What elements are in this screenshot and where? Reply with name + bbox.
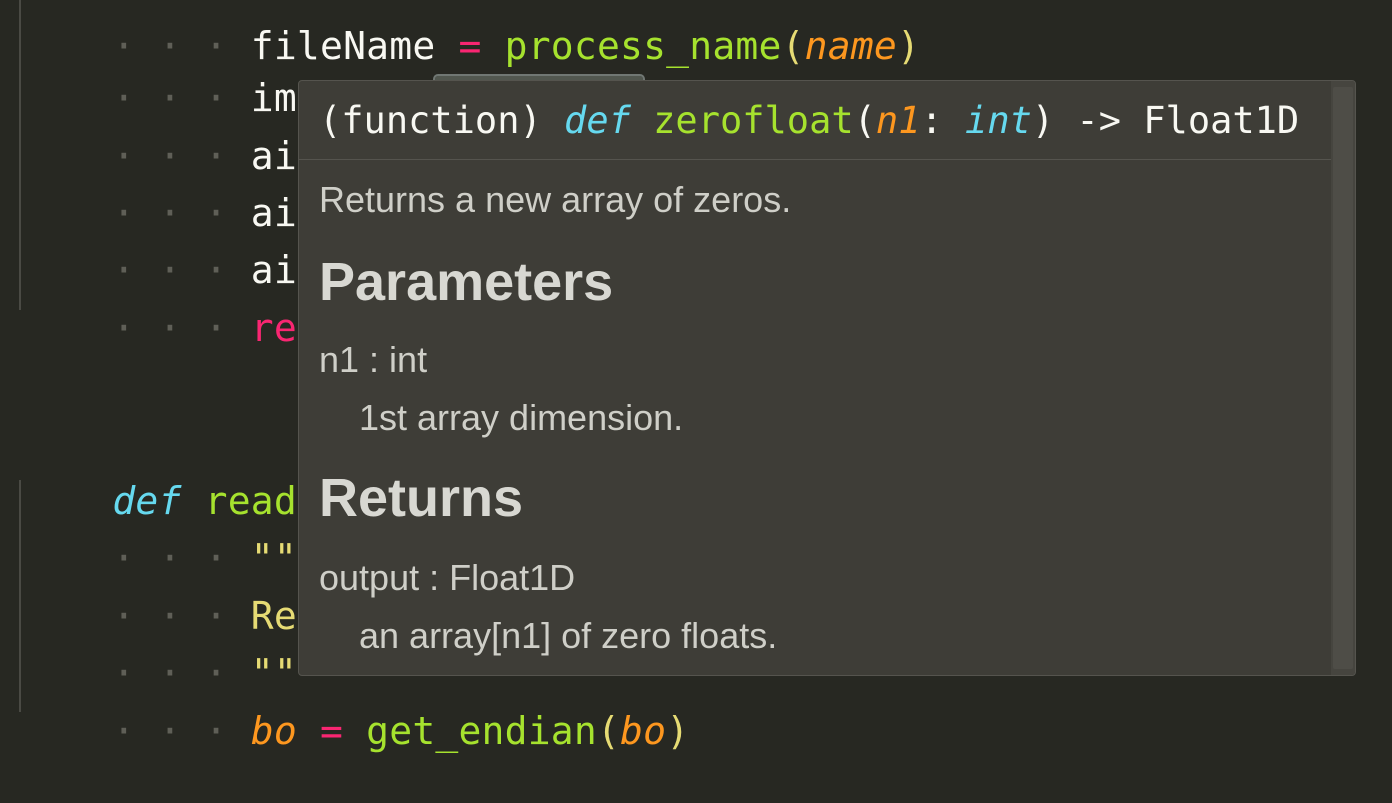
parameters-heading: Parameters: [319, 252, 614, 312]
return-signature: output : Float1D: [319, 557, 576, 598]
hover-tooltip[interactable]: (function) def zerofloat(n1: int) -> Flo…: [298, 80, 1356, 676]
param-description: 1st array dimension.: [359, 397, 684, 438]
code-line[interactable]: · · · """: [20, 486, 320, 580]
signature-function-name: zerofloat: [653, 99, 854, 142]
scrollbar-thumb[interactable]: [1333, 87, 1353, 669]
returns-heading: Returns: [319, 468, 524, 528]
signature-param-type: int: [965, 99, 1032, 142]
param-signature: n1 : int: [319, 339, 428, 380]
code-line[interactable]: · · · """: [20, 601, 320, 695]
function-signature: (function) def zerofloat(n1: int) -> Flo…: [319, 99, 1300, 142]
divider: [299, 159, 1331, 160]
doc-summary: Returns a new array of zeros.: [319, 179, 792, 220]
signature-return-type: Float1D: [1143, 99, 1300, 142]
tooltip-scrollbar[interactable]: [1331, 81, 1355, 675]
code-line[interactable]: · · · fileName = process_name(name): [20, 0, 920, 68]
return-description: an array[n1] of zero floats.: [359, 615, 778, 656]
code-line[interactable]: · · · image = zerofloat(n): [20, 26, 713, 122]
signature-param-name: n1: [875, 99, 921, 142]
